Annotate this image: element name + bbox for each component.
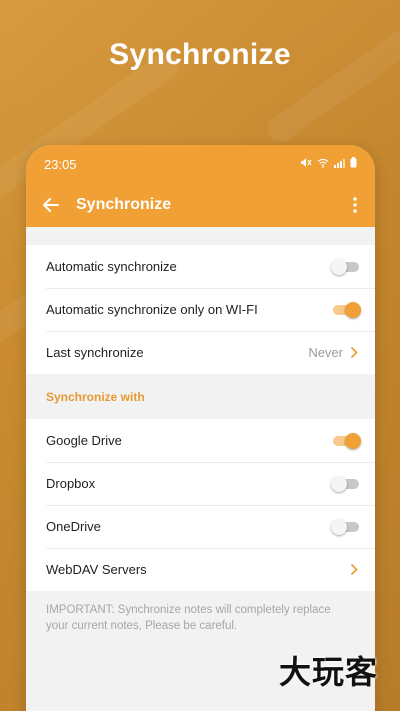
onedrive-toggle[interactable] — [331, 518, 361, 536]
setting-label: Last synchronize — [46, 345, 144, 360]
back-arrow-icon[interactable] — [40, 194, 62, 216]
auto-sync-toggle[interactable] — [331, 258, 361, 276]
google-drive-toggle[interactable] — [331, 432, 361, 450]
sync-settings-group: Automatic synchronize Automatic synchron… — [26, 245, 375, 374]
provider-onedrive[interactable]: OneDrive — [26, 505, 375, 548]
dropbox-toggle[interactable] — [331, 475, 361, 493]
wifi-icon — [317, 158, 329, 171]
important-note: IMPORTANT: Synchronize notes will comple… — [26, 591, 375, 645]
mute-icon — [300, 157, 312, 171]
watermark-logo: 大玩客 — [278, 653, 378, 691]
provider-label: OneDrive — [46, 519, 101, 534]
provider-google-drive[interactable]: Google Drive — [26, 419, 375, 462]
provider-label: Google Drive — [46, 433, 122, 448]
sync-providers-group: Google Drive Dropbox OneDrive WebDAV Ser… — [26, 419, 375, 591]
provider-label: Dropbox — [46, 476, 96, 491]
setting-last-synchronize[interactable]: Last synchronize Never — [26, 331, 375, 374]
battery-icon — [350, 157, 357, 171]
signal-icon — [334, 158, 345, 171]
provider-label: WebDAV Servers — [46, 562, 147, 577]
provider-dropbox[interactable]: Dropbox — [26, 462, 375, 505]
setting-automatic-synchronize-wifi[interactable]: Automatic synchronize only on WI-FI — [26, 288, 375, 331]
phone-screen: 23:05 Synchronize Automatic synchronize … — [26, 145, 375, 711]
status-icons — [300, 157, 357, 171]
status-bar: 23:05 — [26, 145, 375, 183]
chevron-right-icon — [351, 563, 361, 577]
auto-sync-wifi-toggle[interactable] — [331, 301, 361, 319]
setting-automatic-synchronize[interactable]: Automatic synchronize — [26, 245, 375, 288]
status-time: 23:05 — [44, 156, 77, 172]
setting-label: Automatic synchronize — [46, 259, 177, 274]
last-sync-value: Never — [308, 345, 343, 360]
app-bar: Synchronize — [26, 183, 375, 227]
more-vert-icon[interactable] — [347, 194, 363, 216]
top-spacer — [26, 227, 375, 245]
section-header-synchronize-with: Synchronize with — [26, 374, 375, 419]
app-bar-title: Synchronize — [76, 196, 172, 213]
chevron-right-icon — [351, 346, 361, 360]
headline: Synchronize — [109, 38, 291, 71]
setting-label: Automatic synchronize only on WI-FI — [46, 302, 258, 317]
provider-webdav-servers[interactable]: WebDAV Servers — [26, 548, 375, 591]
